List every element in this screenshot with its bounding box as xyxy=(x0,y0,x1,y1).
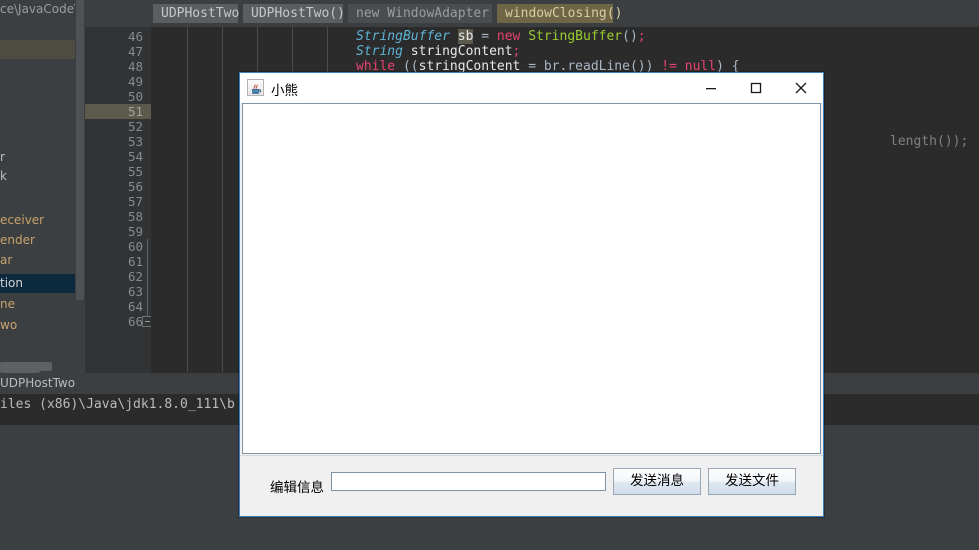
breadcrumb-item-3[interactable]: windowClosing() xyxy=(497,4,622,23)
chat-dialog-window[interactable]: 小熊 编辑信息 发送消息 发送文件 xyxy=(239,72,824,517)
line-number-58: 58 xyxy=(127,209,143,224)
line-number-47: 47 xyxy=(127,44,143,59)
maximize-button[interactable] xyxy=(733,73,778,102)
code-token: ; xyxy=(637,29,646,44)
dialog-content-area xyxy=(240,103,823,456)
editor-scrollbar[interactable] xyxy=(967,27,979,373)
editor-gutter[interactable]: 46 47 48 49 50 51 52 53 54 55 56 57 58 59 60 61 62 63 64 66 xyxy=(85,27,153,373)
tree-item-5[interactable]: tion xyxy=(0,274,85,293)
fold-guide-line xyxy=(147,239,148,316)
line-number-57: 57 xyxy=(127,194,143,209)
line-number-64: 64 xyxy=(127,299,143,314)
line-number-52: 52 xyxy=(127,119,143,134)
code-token: ; xyxy=(512,44,521,59)
breadcrumb-item-2[interactable]: new WindowAdapter xyxy=(348,4,492,23)
breadcrumb-item-0[interactable]: UDPHostTwo xyxy=(153,4,239,23)
line-number-50: 50 xyxy=(127,89,143,104)
dialog-bottom-bar: 编辑信息 发送消息 发送文件 xyxy=(240,455,823,516)
code-token: String xyxy=(356,44,403,59)
code-line-47: String stringContent; xyxy=(356,44,520,59)
line-number-55: 55 xyxy=(127,164,143,179)
java-cup-icon xyxy=(247,79,264,96)
breadcrumb-item-1[interactable]: UDPHostTwo() xyxy=(243,4,345,23)
indent-guide-0 xyxy=(187,27,188,372)
tree-item-4[interactable]: ar xyxy=(0,251,85,270)
dialog-title-bar[interactable]: 小熊 xyxy=(240,73,823,104)
project-path-label: ce\JavaCode\Te xyxy=(0,2,85,16)
code-token: length()); xyxy=(890,134,969,149)
tree-item-1[interactable]: k xyxy=(0,167,85,186)
tree-item-7[interactable]: wo xyxy=(0,316,85,335)
line-number-56: 56 xyxy=(127,179,143,194)
code-token: StringBuffer xyxy=(356,29,450,44)
code-token: new xyxy=(496,29,521,44)
line-number-49: 49 xyxy=(127,74,143,89)
code-token: sb xyxy=(457,29,474,44)
tree-row-highlight xyxy=(0,40,85,59)
tree-item-2[interactable]: eceiver xyxy=(0,211,85,230)
tree-item-6[interactable]: ne xyxy=(0,295,85,314)
project-scrollbar-thumb[interactable] xyxy=(76,0,84,300)
code-line-53: length()); xyxy=(890,134,968,149)
code-line-46: StringBuffer sb = new StringBuffer(); xyxy=(356,29,646,44)
console-command-line: iles (x86)\Java\jdk1.8.0_111\b xyxy=(0,397,235,412)
editor-hscrollbar-thumb[interactable] xyxy=(0,365,40,373)
tree-item-0[interactable]: r xyxy=(0,148,85,167)
code-token: stringContent xyxy=(410,44,513,59)
line-number-60: 60 xyxy=(127,239,143,254)
line-number-48: 48 xyxy=(127,59,143,74)
line-number-62: 62 xyxy=(127,269,143,284)
line-number-46: 46 xyxy=(127,29,143,44)
run-tab-udphosttwo[interactable]: UDPHostTwo xyxy=(0,376,75,390)
project-tree-panel[interactable]: ce\JavaCode\Te r k eceiver ender ar tion ne wo xyxy=(0,0,85,373)
line-number-61: 61 xyxy=(127,254,143,269)
indent-guide-1 xyxy=(222,27,223,372)
message-display-area[interactable] xyxy=(242,103,821,454)
line-number-59: 59 xyxy=(127,224,143,239)
line-number-54: 54 xyxy=(127,149,143,164)
line-number-63: 63 xyxy=(127,284,143,299)
edit-message-label: 编辑信息 xyxy=(270,480,324,496)
send-file-button[interactable]: 发送文件 xyxy=(708,468,796,495)
tree-item-3[interactable]: ender xyxy=(0,231,85,250)
dialog-title-text: 小熊 xyxy=(271,83,298,99)
line-number-66: 66 xyxy=(127,314,143,329)
message-input[interactable] xyxy=(331,472,606,491)
code-token: () xyxy=(622,29,638,44)
line-number-51: 51 xyxy=(127,104,143,119)
code-token: = xyxy=(481,29,490,44)
line-number-53: 53 xyxy=(127,134,143,149)
close-button[interactable] xyxy=(778,73,823,102)
code-token: StringBuffer xyxy=(528,29,623,44)
send-message-button[interactable]: 发送消息 xyxy=(613,468,701,495)
minimize-button[interactable] xyxy=(688,73,733,102)
breadcrumb[interactable]: UDPHostTwo UDPHostTwo() new WindowAdapter w… xyxy=(85,0,979,27)
